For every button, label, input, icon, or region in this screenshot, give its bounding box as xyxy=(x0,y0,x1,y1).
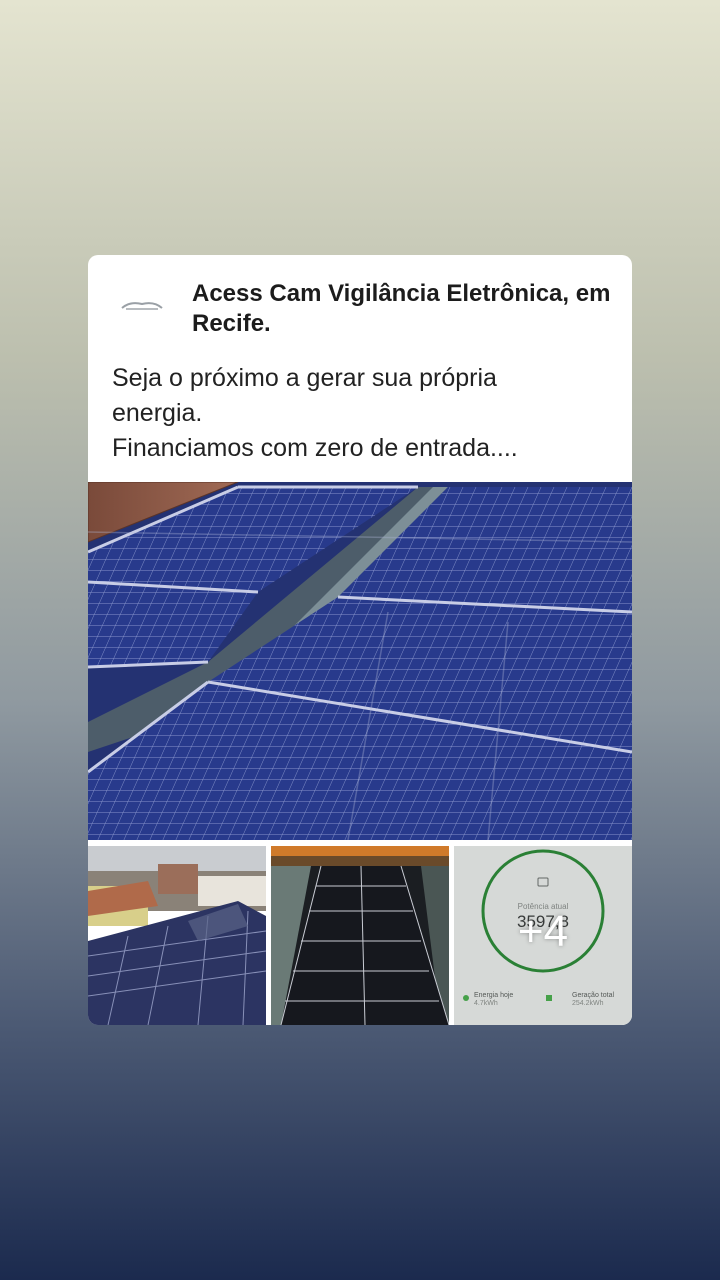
page-avatar[interactable] xyxy=(112,283,172,329)
post-text-line: Financiamos com zero de entrada.... xyxy=(112,434,518,462)
post-text-line: Seja o próximo a gerar sua própria xyxy=(112,364,497,392)
thumbnail-rooftop[interactable] xyxy=(88,846,266,1025)
thumbnail-app-screen[interactable]: Potência atual 3597,8 Energia hoje 4.7kW… xyxy=(454,846,632,1025)
thumbnail-night-panels[interactable] xyxy=(271,846,449,1025)
rooftop-photo xyxy=(88,846,266,1025)
night-panels-photo xyxy=(271,846,449,1025)
solar-panels-photo[interactable] xyxy=(88,482,632,840)
logo-icon xyxy=(121,302,163,310)
post-header: Acess Cam Vigilância Eletrônica, em Reci… xyxy=(88,255,632,343)
post-text-line: energia. xyxy=(112,399,203,427)
post-card: Acess Cam Vigilância Eletrônica, em Reci… xyxy=(88,255,632,1025)
more-photos-count: +4 xyxy=(517,907,569,956)
author-name[interactable]: Acess Cam Vigilância Eletrônica, em Reci… xyxy=(192,279,622,339)
post-text: Seja o próximo a gerar sua própria energ… xyxy=(112,361,612,466)
more-photos-overlay[interactable]: +4 xyxy=(454,846,632,1025)
